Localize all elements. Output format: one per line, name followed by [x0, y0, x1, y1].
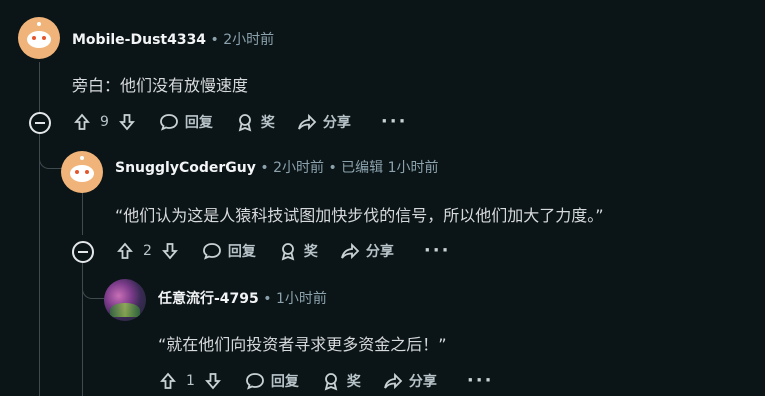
award-label: 奖: [346, 373, 361, 390]
vote-group: 9: [72, 112, 137, 132]
upvote-icon[interactable]: [158, 371, 178, 391]
collapse-button[interactable]: [29, 112, 51, 134]
more-options-button[interactable]: ···: [424, 240, 451, 261]
reply-label: 回复: [227, 243, 256, 260]
comment-body: “他们认为这是人猿科技试图加快步伐的信号，所以他们加大了力度。”: [115, 206, 604, 225]
vote-count: 9: [100, 113, 109, 130]
award-label: 奖: [260, 114, 275, 131]
avatar-antenna: [80, 156, 84, 160]
upvote-icon[interactable]: [72, 112, 92, 132]
comment-actions: 9 回复 奖 分享 ···: [72, 111, 429, 132]
more-options-button[interactable]: ···: [467, 370, 494, 391]
thread-line: [39, 62, 40, 112]
award-icon: [238, 113, 252, 131]
avatar[interactable]: [61, 151, 103, 193]
reply-button[interactable]: 回复: [159, 112, 213, 132]
share-icon: [341, 242, 360, 259]
avatar-eye: [32, 36, 36, 40]
collapse-button[interactable]: [72, 241, 94, 263]
avatar-eye: [75, 170, 79, 174]
avatar-eye: [85, 170, 89, 174]
downvote-icon[interactable]: [203, 371, 223, 391]
timestamp[interactable]: 1小时前: [276, 291, 327, 307]
comment-meta: Mobile-Dust4334 • 2小时前: [72, 29, 274, 49]
timestamp[interactable]: 2小时前: [273, 160, 324, 176]
upvote-icon[interactable]: [115, 241, 135, 261]
avatar[interactable]: [104, 279, 146, 321]
share-button[interactable]: 分享: [383, 371, 437, 391]
separator-dot: •: [263, 291, 276, 307]
avatar-antenna: [37, 22, 41, 26]
award-button[interactable]: 奖: [278, 241, 318, 261]
edited-label: 已编辑 1小时前: [341, 160, 439, 176]
more-options-button[interactable]: ···: [381, 111, 408, 132]
vote-count: 1: [186, 372, 195, 389]
award-button[interactable]: 奖: [321, 371, 361, 391]
thread-connector: [39, 150, 62, 169]
share-icon: [298, 113, 317, 130]
vote-group: 1: [158, 371, 223, 391]
vote-count: 2: [143, 242, 152, 259]
share-label: 分享: [408, 373, 437, 390]
username[interactable]: Mobile-Dust4334: [72, 32, 206, 48]
comment-meta: SnugglyCoderGuy • 2小时前 • 已编辑 1小时前: [115, 157, 439, 177]
award-button[interactable]: 奖: [235, 112, 275, 132]
share-button[interactable]: 分享: [340, 241, 394, 261]
username[interactable]: 任意流行-4795: [158, 291, 259, 307]
comment-body: “就在他们向投资者寻求更多资金之后！”: [158, 335, 447, 354]
downvote-icon[interactable]: [117, 112, 137, 132]
avatar-eye: [42, 36, 46, 40]
comment-bubble-icon: [246, 372, 264, 390]
reply-label: 回复: [270, 373, 299, 390]
reply-label: 回复: [184, 114, 213, 131]
separator-dot: •: [328, 160, 342, 176]
share-button[interactable]: 分享: [297, 112, 351, 132]
thread-connector: [82, 280, 105, 299]
reply-button[interactable]: 回复: [202, 241, 256, 261]
downvote-icon[interactable]: [160, 241, 180, 261]
username[interactable]: SnugglyCoderGuy: [115, 160, 256, 176]
avatar-face: [70, 165, 94, 182]
comment-bubble-icon: [203, 242, 221, 260]
award-icon: [281, 242, 295, 260]
comment-meta: 任意流行-4795 • 1小时前: [158, 288, 327, 308]
award-label: 奖: [303, 243, 318, 260]
comment-actions: 1 回复 奖 分享 ···: [158, 370, 515, 391]
reply-button[interactable]: 回复: [245, 371, 299, 391]
share-icon: [384, 372, 403, 389]
share-label: 分享: [365, 243, 394, 260]
thread-line: [39, 132, 40, 396]
separator-dot: •: [260, 160, 274, 176]
timestamp[interactable]: 2小时前: [223, 32, 274, 48]
avatar-face: [27, 31, 51, 48]
award-icon: [324, 372, 338, 390]
comment-bubble-icon: [160, 113, 178, 131]
comment-body: 旁白：他们没有放慢速度: [72, 76, 249, 95]
vote-group: 2: [115, 241, 180, 261]
comment-actions: 2 回复 奖 分享 ···: [115, 240, 472, 261]
separator-dot: •: [210, 32, 224, 48]
thread-line: [82, 191, 83, 235]
share-label: 分享: [322, 114, 351, 131]
avatar[interactable]: [18, 17, 60, 59]
